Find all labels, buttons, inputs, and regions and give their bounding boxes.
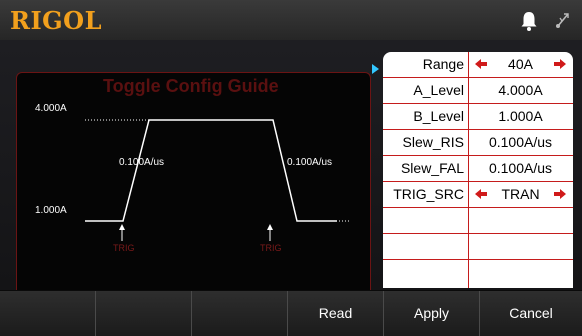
cancel-button[interactable]: Cancel [480, 291, 582, 336]
param-value [468, 260, 573, 285]
param-row-empty [383, 208, 573, 234]
rise-rate-label: 0.100A/us [119, 157, 165, 168]
param-label: A_Level [413, 82, 464, 98]
param-row-empty [383, 260, 573, 285]
param-label: Range [422, 56, 464, 72]
param-value [468, 208, 573, 233]
param-row-slew-fal[interactable]: Slew_FAL 0.100A/us [383, 156, 573, 182]
param-label [383, 208, 468, 233]
bell-icon[interactable] [519, 10, 539, 32]
softkey-1[interactable] [0, 291, 96, 336]
param-row-b-level[interactable]: B_Level 1.000A [383, 104, 573, 130]
arrow-right-icon[interactable] [553, 58, 567, 70]
param-label [383, 234, 468, 259]
parameter-table: Range 40A A_Level 4.000A B_Level 1.000A … [383, 52, 573, 288]
softkey-2[interactable] [96, 291, 192, 336]
param-value[interactable]: 1.000A [468, 104, 573, 129]
param-row-empty [383, 234, 573, 260]
usb-icon [556, 13, 569, 28]
param-value [468, 234, 573, 259]
fall-rate-label: 0.100A/us [287, 157, 333, 168]
param-row-slew-ris[interactable]: Slew_RIS 0.100A/us [383, 130, 573, 156]
param-value[interactable]: 0.100A/us [468, 130, 573, 155]
brand-logo: RIGOL [10, 6, 102, 35]
arrow-right-icon[interactable] [553, 188, 567, 200]
param-label [383, 260, 468, 285]
param-label: Slew_RIS [402, 134, 464, 150]
toggle-config-guide-panel: Toggle Config Guide 4.000A 1.000A 0.100A… [16, 72, 371, 307]
level-high-label: 4.000A [35, 103, 67, 114]
top-bar: RIGOL [0, 0, 582, 41]
selected-row-indicator [372, 64, 379, 74]
param-label: TRIG_SRC [393, 186, 464, 202]
trig-label-1: TRIG [113, 243, 135, 253]
param-value[interactable]: 0.100A/us [468, 156, 573, 181]
apply-button[interactable]: Apply [384, 291, 480, 336]
softkey-bar: Read Apply Cancel [0, 290, 582, 336]
toggle-waveform-diagram [85, 119, 349, 241]
param-row-trig-src[interactable]: TRIG_SRC TRAN [383, 182, 573, 208]
param-label: B_Level [413, 108, 464, 124]
param-value[interactable]: 4.000A [468, 78, 573, 103]
param-row-a-level[interactable]: A_Level 4.000A [383, 78, 573, 104]
read-button[interactable]: Read [288, 291, 384, 336]
softkey-3[interactable] [192, 291, 288, 336]
param-row-range[interactable]: Range 40A [383, 52, 573, 78]
trig-label-2: TRIG [260, 243, 282, 253]
level-low-label: 1.000A [35, 205, 67, 216]
param-label: Slew_FAL [400, 160, 464, 176]
